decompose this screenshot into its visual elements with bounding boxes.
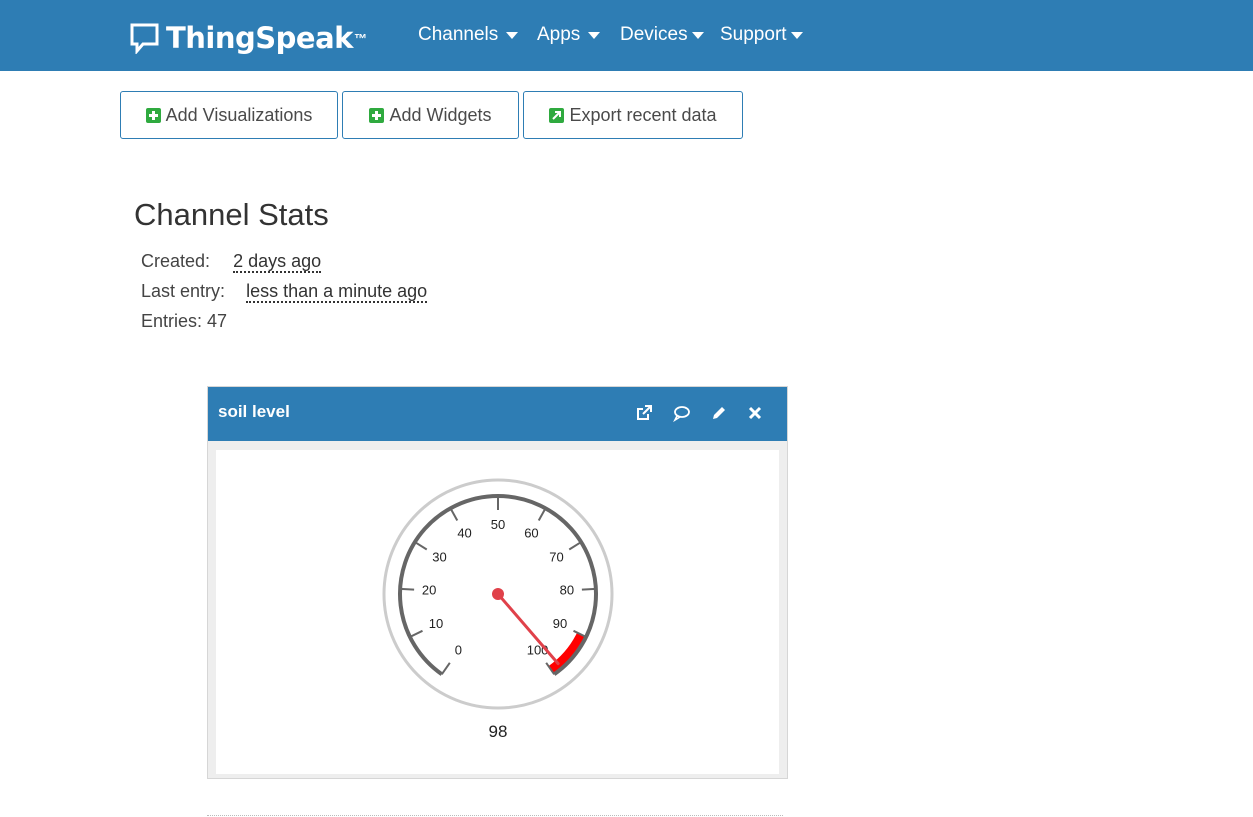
nav-apps-label: Apps bbox=[537, 24, 581, 45]
gauge-value: 98 bbox=[489, 722, 508, 741]
nav-devices-label: Devices bbox=[620, 24, 688, 45]
created-label: Created: bbox=[141, 251, 211, 271]
nav-channels-label: Channels bbox=[418, 24, 499, 45]
gauge-chart: 010203040506070809010098 bbox=[382, 478, 614, 741]
brand-name: ThingSpeak bbox=[166, 21, 353, 55]
channel-stats-title: Channel Stats bbox=[134, 197, 329, 232]
gauge-tick-label: 80 bbox=[560, 582, 574, 597]
close-icon[interactable] bbox=[745, 403, 765, 423]
speech-bubble-icon bbox=[130, 23, 159, 54]
top-navbar: ThingSpeak ™ Channels Apps Devices Suppor… bbox=[0, 0, 1253, 71]
stat-created: Created: 2 days ago bbox=[141, 251, 322, 273]
widget-body: 0 10 20 30 40 50 60 70 80 90 100 98 bbox=[216, 450, 779, 774]
last-entry-value: less than a minute ago bbox=[246, 281, 428, 303]
gauge-tick-label: 50 bbox=[491, 517, 505, 532]
nav-support-label: Support bbox=[720, 24, 787, 45]
nav-channels[interactable]: Channels bbox=[418, 24, 519, 46]
gauge-widget: soil level 0 10 20 30 40 50 60 70 80 90 100 98 bbox=[207, 386, 788, 779]
nav-devices[interactable]: Devices bbox=[620, 24, 704, 46]
stat-last-entry: Last entry: less than a minute ago bbox=[141, 281, 428, 303]
widget-header: soil level bbox=[208, 387, 787, 441]
nav-support[interactable]: Support bbox=[720, 24, 803, 46]
gauge-needle-pivot bbox=[492, 588, 504, 600]
gauge-tick bbox=[400, 587, 415, 591]
pencil-icon[interactable] bbox=[709, 403, 729, 423]
gauge-tick-label: 90 bbox=[553, 616, 567, 631]
caret-down-icon bbox=[790, 31, 803, 39]
last-entry-label: Last entry: bbox=[141, 281, 226, 301]
brand-logo[interactable]: ThingSpeak ™ bbox=[129, 20, 367, 56]
external-link-icon[interactable] bbox=[634, 403, 654, 423]
plus-square-icon bbox=[369, 107, 385, 123]
export-icon bbox=[549, 107, 565, 123]
add-widgets-button[interactable]: Add Widgets bbox=[342, 91, 519, 139]
gauge-tick-label: 20 bbox=[422, 582, 436, 597]
nav-apps[interactable]: Apps bbox=[537, 24, 601, 46]
section-divider bbox=[207, 815, 783, 816]
gauge-tick bbox=[581, 587, 596, 591]
widget-title: soil level bbox=[218, 402, 290, 421]
export-recent-data-label: Export recent data bbox=[569, 104, 717, 125]
brand-trademark: ™ bbox=[353, 30, 367, 46]
stat-entries: Entries: 47 bbox=[141, 311, 228, 331]
gauge-tick-label: 0 bbox=[455, 643, 462, 658]
created-value: 2 days ago bbox=[233, 251, 322, 273]
caret-down-icon bbox=[588, 31, 601, 39]
export-recent-data-button[interactable]: Export recent data bbox=[523, 91, 743, 139]
gauge-tick-label: 60 bbox=[524, 526, 538, 541]
add-visualizations-label: Add Visualizations bbox=[165, 104, 313, 125]
add-widgets-label: Add Widgets bbox=[389, 104, 492, 125]
gauge-tick-label: 10 bbox=[429, 616, 443, 631]
caret-down-icon bbox=[506, 31, 519, 39]
plus-square-icon bbox=[145, 107, 161, 123]
gauge-tick-label: 40 bbox=[457, 526, 471, 541]
gauge-tick-label: 30 bbox=[432, 549, 446, 564]
comment-icon[interactable] bbox=[672, 403, 692, 423]
gauge-tick-label: 70 bbox=[549, 549, 563, 564]
add-visualizations-button[interactable]: Add Visualizations bbox=[120, 91, 338, 139]
caret-down-icon bbox=[691, 31, 704, 39]
